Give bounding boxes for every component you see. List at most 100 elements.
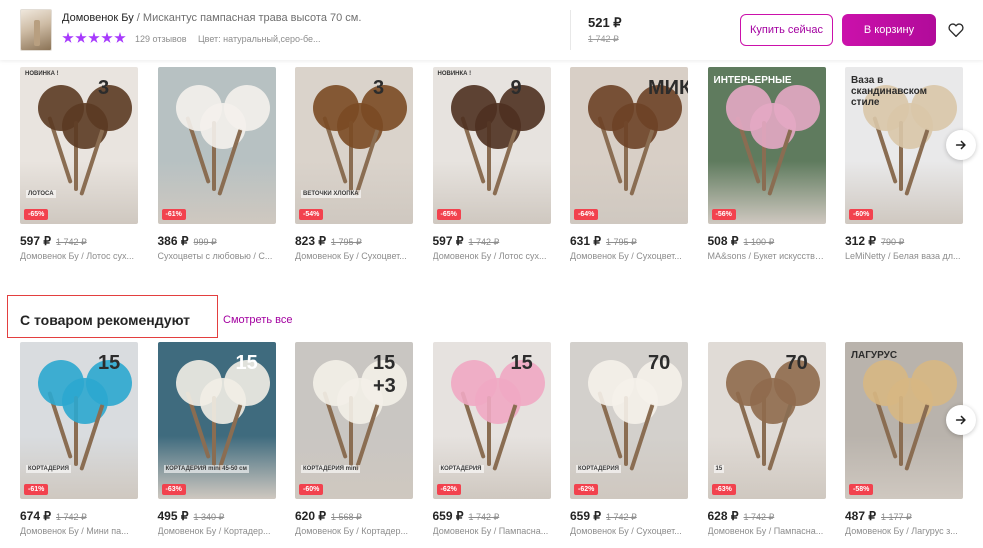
product-card[interactable]: 70 15 -63% 628 ₽ 1 742 ₽ Домовенок Бу / Пампа… — [707, 342, 826, 536]
product-card[interactable]: 15 КОРТАДЕРИЯ -62% 659 ₽ 1 742 ₽ Домовенок Бу… — [432, 342, 551, 536]
product-image[interactable]: 15 +3 КОРТАДЕРИЯ mini -60% — [295, 342, 413, 499]
card-prices: 597 ₽ 1 742 ₽ — [433, 234, 551, 248]
card-price: 597 ₽ — [432, 234, 464, 248]
heart-icon[interactable] — [947, 21, 965, 39]
product-image[interactable]: 15 КОРТАДЕРИЯ -61% — [20, 342, 138, 499]
product-image[interactable]: МИКС -64% — [570, 67, 688, 224]
card-price: 312 ₽ — [845, 234, 876, 248]
card-title[interactable]: Домовенок Бу / Лагурус з... — [845, 526, 963, 536]
product-card[interactable]: 15 КОРТАДЕРИЯ -61% 674 ₽ 1 742 ₽ Домовенок Бу… — [20, 342, 138, 536]
card-old-price: 790 ₽ — [881, 237, 905, 247]
product-card[interactable]: 15 КОРТАДЕРИЯ mini 45-50 см -63% 495 ₽ 1 340… — [157, 342, 276, 536]
card-old-price: 1 742 ₽ — [468, 237, 500, 247]
discount-badge: -63% — [161, 484, 186, 495]
carousel-next-button[interactable] — [946, 405, 976, 435]
card-prices: 659 ₽ 1 742 ₽ — [570, 509, 688, 523]
card-title[interactable]: Сухоцветы с любовью / С... — [158, 251, 276, 261]
discount-badge: -60% — [849, 209, 874, 220]
product-image[interactable]: 70 КОРТАДЕРИЯ -62% — [570, 342, 688, 499]
card-price: 620 ₽ — [295, 509, 326, 523]
image-tag: НОВИНКА ! — [25, 71, 59, 77]
card-title[interactable]: Домовенок Бу / Пампасна... — [433, 526, 551, 536]
product-card[interactable]: ЛАГУРУС -58% 487 ₽ 1 177 ₽ Домовенок Бу / Ла… — [845, 342, 963, 536]
color-info: Цвет: натуральный,серо-бе... — [198, 34, 321, 44]
image-overlay-text: 15 — [510, 352, 533, 374]
card-title[interactable]: Домовенок Бу / Сухоцвет... — [570, 251, 688, 261]
card-prices: 495 ₽ 1 340 ₽ — [158, 509, 276, 523]
product-image[interactable]: 15 КОРТАДЕРИЯ -62% — [432, 342, 551, 499]
product-image[interactable]: НОВИНКА ! 9 -65% — [432, 67, 551, 224]
star-icon — [101, 32, 113, 43]
card-title[interactable]: Домовенок Бу / Лотос сух... — [20, 251, 138, 261]
card-old-price: 1 795 ₽ — [331, 237, 362, 247]
card-title[interactable]: Домовенок Бу / Сухоцвет... — [570, 526, 688, 536]
buy-now-button[interactable]: Купить сейчас — [740, 14, 833, 46]
card-title[interactable]: Домовенок Бу / Сухоцвет... — [295, 251, 413, 261]
see-all-link[interactable]: Смотреть все — [223, 314, 292, 326]
card-old-price: 1 742 ₽ — [468, 512, 500, 522]
section-title: С товаром рекомендуют — [20, 312, 191, 328]
product-card[interactable]: 70 КОРТАДЕРИЯ -62% 659 ₽ 1 742 ₽ Домовенок Бу… — [570, 342, 688, 536]
card-old-price: 1 100 ₽ — [743, 237, 775, 247]
card-price: 628 ₽ — [707, 509, 739, 523]
product-image[interactable]: НОВИНКА ! 3 ЛОТОСА -65% — [20, 67, 138, 224]
card-price: 823 ₽ — [295, 234, 326, 248]
product-image[interactable]: ИНТЕРЬЕРНЫЕ -56% — [707, 67, 826, 224]
card-title[interactable]: MA&sons / Букет искусстве... — [708, 251, 826, 261]
card-old-price: 1 340 ₽ — [193, 512, 225, 522]
chevron-right-icon — [955, 140, 966, 150]
product-image[interactable]: -61% — [157, 67, 276, 224]
card-old-price: 1 742 ₽ — [743, 512, 775, 522]
discount-badge: -64% — [574, 209, 599, 220]
product-image[interactable]: 15 КОРТАДЕРИЯ mini 45-50 см -63% — [157, 342, 276, 499]
product-card[interactable]: -61% 386 ₽ 999 ₽ Сухоцветы с любовью / С... — [157, 67, 276, 261]
product-card[interactable]: Ваза в скандинавском стиле -60% 312 ₽ 790 ₽… — [845, 67, 963, 261]
product-card[interactable]: НОВИНКА ! 9 -65% 597 ₽ 1 742 ₽ Домовенок Бу /… — [432, 67, 551, 261]
product-card[interactable]: МИКС -64% 631 ₽ 1 795 ₽ Домовенок Бу / Сухоц… — [570, 67, 688, 261]
card-title[interactable]: Домовенок Бу / Пампасна... — [708, 526, 826, 536]
card-price: 631 ₽ — [570, 234, 601, 248]
card-old-price: 999 ₽ — [193, 237, 217, 247]
reviews-count[interactable]: 129 отзывов — [135, 34, 187, 44]
add-to-cart-button[interactable]: В корзину — [842, 14, 936, 46]
star-icon — [88, 32, 100, 43]
image-overlay-text: 3 — [373, 77, 385, 99]
discount-badge: -60% — [299, 484, 324, 495]
product-card[interactable]: НОВИНКА ! 3 ЛОТОСА -65% 597 ₽ 1 742 ₽ Домовено… — [20, 67, 138, 261]
card-title[interactable]: Домовенок Бу / Кортадер... — [158, 526, 276, 536]
card-prices: 674 ₽ 1 742 ₽ — [20, 509, 138, 523]
image-overlay-subtext: ЛОТОСА — [26, 190, 56, 198]
image-overlay-text: МИКС — [648, 77, 688, 99]
card-prices: 631 ₽ 1 795 ₽ — [570, 234, 688, 248]
product-thumbnail[interactable] — [20, 9, 52, 51]
card-price: 508 ₽ — [707, 234, 739, 248]
card-title[interactable]: LeMiNetty / Белая ваза дл... — [845, 251, 963, 261]
product-card[interactable]: 3 ВЕТОЧКИ ХЛОПКА -54% 823 ₽ 1 795 ₽ Домовенок… — [295, 67, 413, 261]
product-image[interactable]: 3 ВЕТОЧКИ ХЛОПКА -54% — [295, 67, 413, 224]
product-sticky-header: Домовенок Бу / Мискантус пампасная трава… — [0, 0, 983, 60]
image-overlay-text: 70 — [648, 352, 671, 374]
card-title[interactable]: Домовенок Бу / Кортадер... — [295, 526, 413, 536]
card-prices: 823 ₽ 1 795 ₽ — [295, 234, 413, 248]
image-overlay-text: ИНТЕРЬЕРНЫЕ — [713, 75, 792, 86]
image-overlay-text: 9 — [510, 77, 522, 99]
product-carousel-similar: НОВИНКА ! 3 ЛОТОСА -65% 597 ₽ 1 742 ₽ Домовено… — [20, 67, 963, 267]
decor-flower — [911, 360, 957, 406]
product-image[interactable]: 70 15 -63% — [707, 342, 826, 499]
product-card[interactable]: ИНТЕРЬЕРНЫЕ -56% 508 ₽ 1 100 ₽ MA&sons / Бук… — [707, 67, 826, 261]
card-old-price: 1 795 ₽ — [606, 237, 637, 247]
discount-badge: -63% — [711, 484, 736, 495]
carousel-next-button[interactable] — [946, 130, 976, 160]
card-title[interactable]: Домовенок Бу / Лотос сух... — [433, 251, 551, 261]
image-overlay-subtext: 15 — [713, 465, 725, 473]
card-old-price: 1 742 ₽ — [56, 237, 87, 247]
discount-badge: -62% — [574, 484, 599, 495]
discount-badge: -61% — [24, 484, 49, 495]
image-overlay-subtext: КОРТАДЕРИЯ — [576, 465, 621, 473]
brand-link[interactable]: Домовенок Бу — [62, 12, 134, 24]
card-title[interactable]: Домовенок Бу / Мини па... — [20, 526, 138, 536]
image-overlay-subtext: КОРТАДЕРИЯ — [438, 465, 484, 473]
product-title: Домовенок Бу / Мискантус пампасная трава… — [62, 12, 361, 24]
product-card[interactable]: 15 +3 КОРТАДЕРИЯ mini -60% 620 ₽ 1 568 ₽ Домо… — [295, 342, 413, 536]
discount-badge: -56% — [711, 209, 736, 220]
